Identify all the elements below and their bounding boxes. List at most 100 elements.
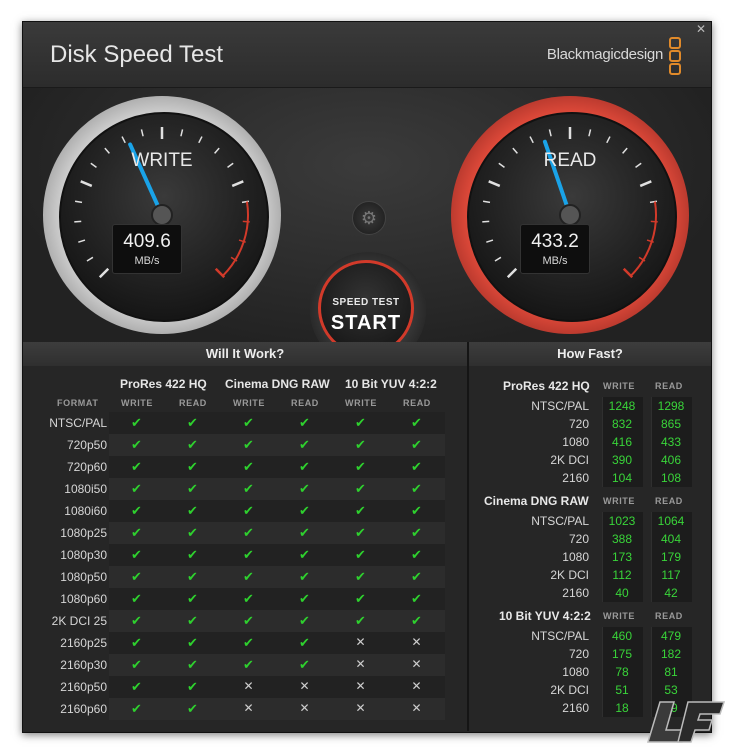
check-icon: ✔	[131, 503, 142, 518]
write-speed-unit: MB/s	[134, 255, 160, 267]
read-speed: 117	[661, 568, 681, 582]
gear-icon: ⚙	[360, 208, 378, 228]
check-icon: ✔	[355, 415, 366, 430]
check-icon: ✔	[131, 679, 142, 694]
read-speed-unit: MB/s	[542, 255, 568, 267]
column-subheader: READ	[655, 611, 683, 621]
write-speed: 1248	[608, 399, 636, 413]
write-gauge-dial	[74, 127, 250, 279]
gauge-tick	[588, 129, 592, 137]
codec-header: 10 Bit YUV 4:2:2	[345, 377, 437, 391]
check-icon: ✔	[411, 613, 422, 628]
cross-icon: ✕	[411, 701, 422, 715]
write-gauge: WRITE 409.6 MB/s	[43, 96, 281, 334]
check-icon: ✔	[299, 569, 310, 584]
write-speed: 51	[615, 683, 629, 697]
check-icon: ✔	[411, 481, 422, 496]
check-icon: ✔	[355, 459, 366, 474]
start-button-label: START	[330, 312, 402, 334]
check-icon: ✔	[355, 481, 366, 496]
check-icon: ✔	[131, 437, 142, 452]
check-icon: ✔	[355, 547, 366, 562]
write-speed: 78	[615, 665, 629, 679]
column-subheader: WRITE	[603, 611, 635, 621]
check-icon: ✔	[355, 613, 366, 628]
close-icon[interactable]: ✕	[694, 22, 708, 36]
gauge-tick	[121, 136, 126, 144]
check-icon: ✔	[187, 437, 198, 452]
read-speed: 433	[660, 435, 682, 449]
write-speed: 460	[611, 629, 633, 643]
check-icon: ✔	[299, 635, 310, 650]
read-gauge-dial	[482, 127, 658, 279]
column-subheader: WRITE	[121, 398, 153, 408]
gauge-redline	[630, 201, 657, 277]
cross-icon: ✕	[355, 657, 366, 671]
cross-icon: ✕	[411, 657, 422, 671]
write-speed: 175	[611, 647, 633, 661]
write-speed: 104	[611, 471, 633, 485]
check-icon: ✔	[299, 525, 310, 540]
read-speed: 479	[660, 629, 682, 643]
read-speed: 865	[660, 417, 682, 431]
codec-header: ProRes 422 HQ	[120, 377, 207, 391]
check-icon: ✔	[411, 525, 422, 540]
gauge-tick	[86, 256, 94, 262]
gauge-tick	[98, 267, 110, 279]
format-label: 1080p30	[60, 548, 107, 562]
read-speed: 179	[660, 550, 682, 564]
write-speed: 390	[611, 453, 633, 467]
format-label: 2K DCI	[550, 568, 589, 582]
write-speed: 1023	[608, 514, 636, 528]
read-speed: 406	[660, 453, 682, 467]
format-label: 1080	[562, 550, 589, 564]
check-icon: ✔	[411, 547, 422, 562]
check-icon: ✔	[411, 503, 422, 518]
check-icon: ✔	[187, 701, 198, 716]
will-it-work-title: Will It Work?	[23, 342, 467, 366]
column-subheader: READ	[403, 398, 431, 408]
how-fast-title: How Fast?	[469, 342, 711, 366]
settings-button[interactable]: ⚙	[352, 201, 386, 235]
check-icon: ✔	[243, 547, 254, 562]
cross-icon: ✕	[411, 635, 422, 649]
check-icon: ✔	[411, 437, 422, 452]
gauge-tick	[78, 239, 86, 243]
format-label: 2K DCI 25	[51, 614, 107, 628]
title-bar: Disk Speed Test Blackmagicdesign	[23, 22, 711, 88]
format-label: 2160p50	[60, 680, 107, 694]
check-icon: ✔	[355, 525, 366, 540]
format-label: 720	[568, 647, 589, 661]
check-icon: ✔	[299, 415, 310, 430]
check-icon: ✔	[299, 547, 310, 562]
check-icon: ✔	[131, 547, 142, 562]
check-icon: ✔	[131, 459, 142, 474]
check-icon: ✔	[355, 437, 366, 452]
column-subheader: WRITE	[233, 398, 265, 408]
cross-icon: ✕	[243, 679, 254, 693]
cross-icon: ✕	[355, 679, 366, 693]
check-icon: ✔	[187, 547, 198, 562]
gauge-tick	[529, 136, 534, 144]
check-icon: ✔	[299, 503, 310, 518]
app-window: Disk Speed Test Blackmagicdesign WRITE 4…	[22, 21, 712, 733]
will-it-work-panel: Will It Work? ProRes 422 HQ Cinema DNG RA…	[23, 342, 467, 731]
check-icon: ✔	[243, 415, 254, 430]
format-label: NTSC/PAL	[531, 514, 589, 528]
check-icon: ✔	[131, 569, 142, 584]
column-subheader: WRITE	[345, 398, 377, 408]
format-label: 720	[568, 417, 589, 431]
codec-header: 10 Bit YUV 4:2:2	[499, 609, 591, 623]
check-icon: ✔	[131, 701, 142, 716]
write-speed: 40	[615, 586, 629, 600]
gauge-tick	[486, 239, 494, 243]
cross-icon: ✕	[299, 679, 310, 693]
write-speed-value: 409.6	[123, 231, 171, 252]
check-icon: ✔	[243, 481, 254, 496]
read-speed: 108	[660, 471, 682, 485]
check-icon: ✔	[187, 569, 198, 584]
format-label: 1080i50	[64, 482, 107, 496]
check-icon: ✔	[187, 459, 198, 474]
check-icon: ✔	[243, 459, 254, 474]
column-subheader: READ	[291, 398, 319, 408]
